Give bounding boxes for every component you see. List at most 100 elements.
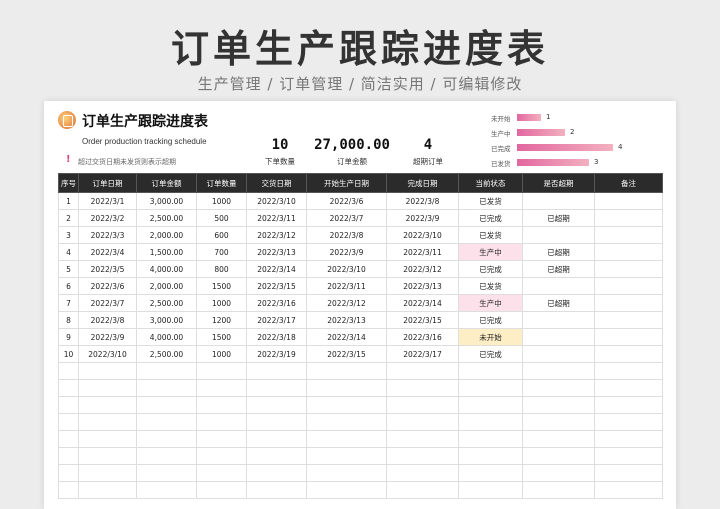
table-cell[interactable] [458, 413, 523, 431]
table-cell[interactable]: 10 [58, 345, 79, 363]
table-cell[interactable]: 2022/3/15 [246, 277, 307, 295]
table-cell[interactable]: 已发货 [458, 192, 523, 210]
table-cell[interactable]: 1200 [196, 311, 247, 329]
table-cell[interactable]: 2022/3/19 [246, 345, 307, 363]
table-cell[interactable] [594, 430, 663, 448]
table-cell[interactable]: 6 [58, 277, 79, 295]
table-cell[interactable] [58, 430, 79, 448]
table-cell[interactable] [594, 362, 663, 380]
table-cell[interactable] [386, 447, 459, 465]
table-cell[interactable] [78, 379, 137, 397]
table-cell[interactable] [594, 328, 663, 346]
table-cell[interactable] [78, 481, 137, 499]
table-cell[interactable] [522, 447, 595, 465]
table-cell[interactable] [78, 413, 137, 431]
table-cell[interactable] [386, 396, 459, 414]
table-cell[interactable] [306, 413, 387, 431]
table-cell[interactable] [58, 396, 79, 414]
table-cell[interactable] [246, 447, 307, 465]
table-cell[interactable] [458, 362, 523, 380]
table-cell[interactable]: 已发货 [458, 226, 523, 244]
table-cell[interactable] [306, 379, 387, 397]
table-cell[interactable] [522, 396, 595, 414]
table-cell[interactable] [136, 396, 197, 414]
column-header[interactable]: 开始生产日期 [306, 173, 387, 193]
table-cell[interactable]: 2022/3/7 [78, 294, 137, 312]
table-cell[interactable] [594, 379, 663, 397]
table-cell[interactable] [594, 396, 663, 414]
table-cell[interactable] [58, 447, 79, 465]
table-cell[interactable]: 已完成 [458, 311, 523, 329]
table-cell[interactable]: 已超期 [522, 209, 595, 227]
table-cell[interactable] [386, 362, 459, 380]
table-cell[interactable] [522, 311, 595, 329]
table-cell[interactable]: 2022/3/3 [78, 226, 137, 244]
table-cell[interactable] [196, 447, 247, 465]
column-header[interactable]: 当前状态 [458, 173, 523, 193]
table-cell[interactable]: 2022/3/8 [306, 226, 387, 244]
table-cell[interactable] [78, 447, 137, 465]
table-cell[interactable]: 5 [58, 260, 79, 278]
table-cell[interactable] [58, 362, 79, 380]
table-cell[interactable] [522, 226, 595, 244]
table-cell[interactable]: 生产中 [458, 294, 523, 312]
table-cell[interactable] [522, 379, 595, 397]
table-cell[interactable] [136, 430, 197, 448]
table-cell[interactable] [594, 243, 663, 261]
column-header[interactable]: 是否超期 [522, 173, 595, 193]
table-cell[interactable]: 2022/3/12 [246, 226, 307, 244]
table-cell[interactable]: 2022/3/10 [306, 260, 387, 278]
column-header[interactable]: 交货日期 [246, 173, 307, 193]
table-cell[interactable]: 2022/3/13 [306, 311, 387, 329]
table-cell[interactable] [196, 464, 247, 482]
table-cell[interactable] [594, 413, 663, 431]
table-cell[interactable] [246, 413, 307, 431]
table-cell[interactable] [136, 413, 197, 431]
table-cell[interactable]: 已超期 [522, 260, 595, 278]
table-cell[interactable]: 2022/3/12 [306, 294, 387, 312]
table-cell[interactable]: 已完成 [458, 260, 523, 278]
table-cell[interactable] [522, 362, 595, 380]
table-cell[interactable] [522, 328, 595, 346]
table-cell[interactable]: 2022/3/11 [246, 209, 307, 227]
table-cell[interactable]: 2022/3/16 [246, 294, 307, 312]
table-cell[interactable] [196, 396, 247, 414]
table-cell[interactable]: 2022/3/14 [306, 328, 387, 346]
table-cell[interactable] [522, 192, 595, 210]
table-cell[interactable] [78, 430, 137, 448]
table-cell[interactable] [594, 260, 663, 278]
table-cell[interactable] [386, 481, 459, 499]
table-cell[interactable]: 1500 [196, 277, 247, 295]
column-header[interactable]: 备注 [594, 173, 663, 193]
table-cell[interactable]: 7 [58, 294, 79, 312]
table-cell[interactable]: 2022/3/12 [386, 260, 459, 278]
table-cell[interactable] [594, 447, 663, 465]
table-cell[interactable]: 2022/3/6 [78, 277, 137, 295]
column-header[interactable]: 序号 [58, 173, 79, 193]
table-cell[interactable]: 2022/3/15 [386, 311, 459, 329]
table-cell[interactable]: 2022/3/17 [246, 311, 307, 329]
table-cell[interactable] [306, 396, 387, 414]
table-cell[interactable]: 已发货 [458, 277, 523, 295]
table-cell[interactable] [594, 294, 663, 312]
table-cell[interactable] [246, 379, 307, 397]
table-cell[interactable]: 2022/3/15 [306, 345, 387, 363]
table-cell[interactable]: 1,500.00 [136, 243, 197, 261]
table-cell[interactable]: 2,500.00 [136, 294, 197, 312]
table-cell[interactable]: 500 [196, 209, 247, 227]
table-cell[interactable] [246, 464, 307, 482]
table-cell[interactable]: 4 [58, 243, 79, 261]
table-cell[interactable] [458, 481, 523, 499]
table-cell[interactable]: 2022/3/11 [386, 243, 459, 261]
table-cell[interactable]: 2,500.00 [136, 209, 197, 227]
table-cell[interactable]: 3,000.00 [136, 311, 197, 329]
table-cell[interactable]: 3 [58, 226, 79, 244]
table-cell[interactable]: 1000 [196, 192, 247, 210]
table-cell[interactable] [196, 413, 247, 431]
table-cell[interactable]: 2022/3/9 [78, 328, 137, 346]
table-cell[interactable]: 2022/3/10 [246, 192, 307, 210]
table-cell[interactable] [78, 362, 137, 380]
table-cell[interactable] [78, 396, 137, 414]
table-cell[interactable] [306, 430, 387, 448]
table-cell[interactable]: 2022/3/18 [246, 328, 307, 346]
